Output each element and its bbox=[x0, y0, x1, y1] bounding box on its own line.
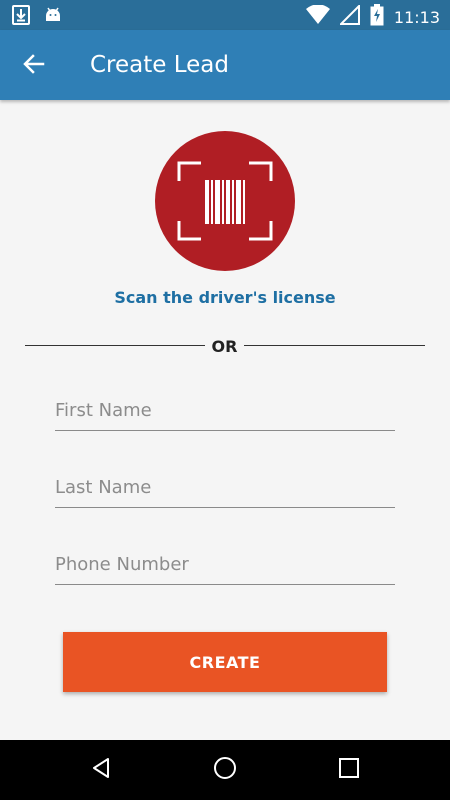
arrow-back-icon bbox=[23, 53, 45, 80]
nav-back-button[interactable] bbox=[86, 755, 116, 785]
divider-left bbox=[25, 345, 205, 346]
page-title: Create Lead bbox=[90, 52, 229, 78]
nav-recents-button[interactable] bbox=[334, 755, 364, 785]
nav-recents-icon bbox=[338, 757, 360, 784]
or-divider-text: OR bbox=[211, 337, 238, 356]
back-button[interactable] bbox=[18, 50, 50, 82]
barcode-scan-icon bbox=[155, 161, 295, 275]
create-button[interactable]: CREATE bbox=[63, 632, 387, 692]
wifi-icon bbox=[305, 4, 330, 30]
divider-right bbox=[244, 345, 425, 346]
scan-label[interactable]: Scan the driver's license bbox=[0, 288, 450, 307]
status-bar-right: 11:13 bbox=[305, 3, 440, 31]
phone-number-field[interactable] bbox=[55, 545, 395, 585]
nav-back-icon bbox=[89, 756, 113, 785]
android-icon bbox=[44, 6, 62, 29]
app-bar: Create Lead bbox=[0, 30, 450, 100]
first-name-field[interactable] bbox=[55, 391, 395, 431]
status-bar-left bbox=[12, 5, 62, 30]
battery-charging-icon bbox=[370, 4, 384, 31]
nav-home-button[interactable] bbox=[210, 755, 240, 785]
status-bar: 11:13 bbox=[0, 0, 450, 30]
navigation-bar bbox=[0, 740, 450, 800]
status-time: 11:13 bbox=[393, 7, 440, 27]
signal-icon bbox=[338, 3, 360, 30]
nav-home-icon bbox=[212, 755, 238, 786]
download-icon bbox=[12, 5, 30, 30]
scan-license-button[interactable] bbox=[155, 131, 295, 271]
last-name-field[interactable] bbox=[55, 468, 395, 508]
